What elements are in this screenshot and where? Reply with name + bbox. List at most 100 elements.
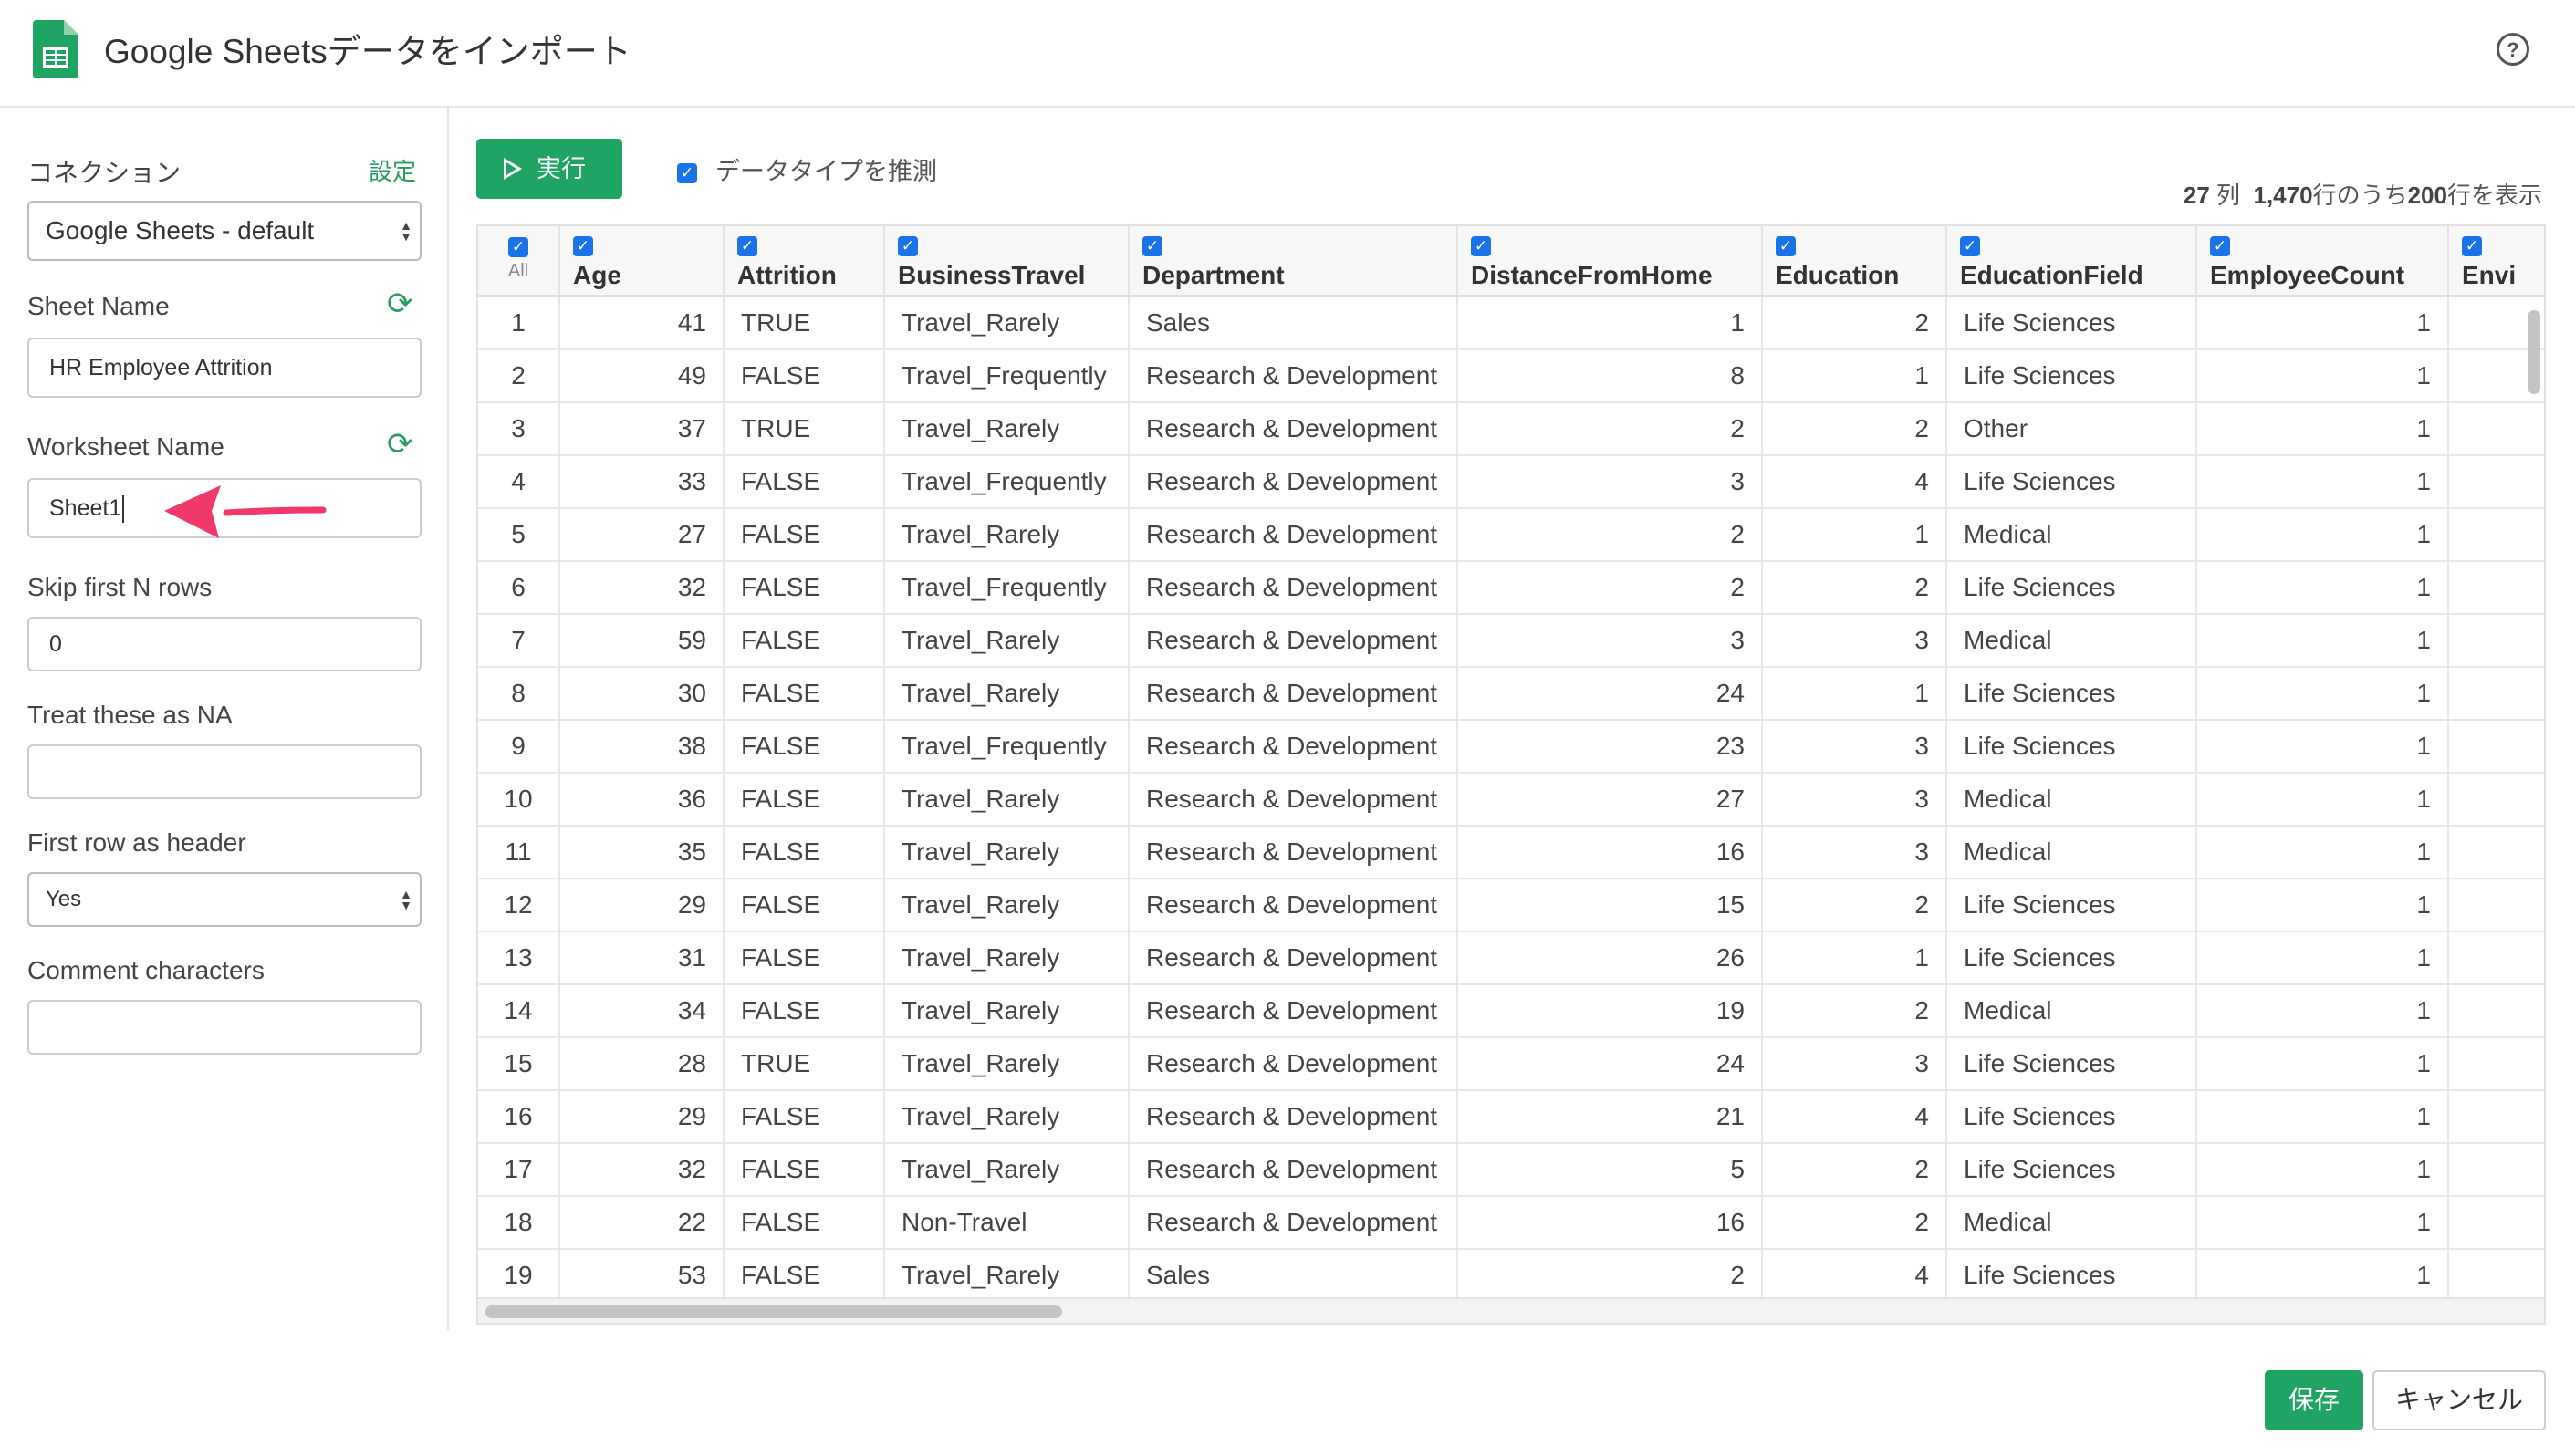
column-header[interactable]: ✓BusinessTravelAcharacter (885, 226, 1130, 297)
table-cell: Research & Development (1130, 403, 1458, 456)
table-cell: 1 (2197, 879, 2449, 932)
checkbox-checked-icon[interactable]: ✓ (898, 235, 918, 256)
column-header-name: ✓ DistanceFromHome (1471, 232, 1761, 290)
checkbox-checked-icon[interactable]: ✓ (2210, 235, 2230, 256)
vertical-scroll-thumb[interactable] (2528, 310, 2540, 394)
checkbox-checked-icon[interactable]: ✓ (573, 235, 593, 256)
sheet-name-input[interactable]: HR Employee Attrition (27, 338, 422, 398)
table-cell: Travel_Rarely (885, 615, 1130, 668)
table-cell: Research & Development (1130, 668, 1458, 721)
table-cell: Travel_Rarely (885, 668, 1130, 721)
row-index-cell: 9 (478, 721, 560, 774)
table-cell: 22 (560, 1197, 725, 1250)
table-cell: 1 (2197, 721, 2449, 774)
table-cell: FALSE (725, 932, 885, 985)
horizontal-scrollbar[interactable] (478, 1297, 2544, 1323)
row-index-cell: 1 (478, 297, 560, 350)
table-cell: 34 (560, 985, 725, 1038)
checkbox-checked-icon[interactable]: ✓ (508, 237, 528, 257)
column-header-name: ✓ Education (1776, 232, 1945, 290)
table-cell: Life Sciences (1947, 1144, 2197, 1197)
table-cell: FALSE (725, 350, 885, 403)
row-index-cell: 12 (478, 879, 560, 932)
table-cell: FALSE (725, 1197, 885, 1250)
table-cell: 3 (1763, 615, 1947, 668)
table-cell: 2 (1763, 297, 1947, 350)
table-cell: Research & Development (1130, 721, 1458, 774)
table-cell: Travel_Frequently (885, 350, 1130, 403)
row-index-cell: 18 (478, 1197, 560, 1250)
table-cell: 33 (560, 456, 725, 509)
table-cell: 3 (1763, 774, 1947, 827)
na-label: Treat these as NA (27, 701, 233, 729)
column-header[interactable]: ✓DepartmentAcharacter (1130, 226, 1458, 297)
table-cell: Travel_Rarely (885, 932, 1130, 985)
column-header[interactable]: ✓Education#numeric (1763, 226, 1947, 297)
vertical-scrollbar[interactable] (2528, 303, 2540, 1306)
column-name: DistanceFromHome (1471, 261, 1713, 289)
table-cell: 41 (560, 297, 725, 350)
table-cell: FALSE (725, 774, 885, 827)
table-cell: Research & Development (1130, 985, 1458, 1038)
row-index-cell: 13 (478, 932, 560, 985)
connection-settings-link[interactable]: 設定 (369, 153, 416, 187)
refresh-sheet-name-icon[interactable]: ⟳ (387, 288, 413, 319)
skip-rows-input[interactable]: 0 (27, 617, 422, 671)
column-header-name: ✓ Attrition (737, 232, 883, 290)
table-cell: 2 (1458, 1250, 1763, 1303)
checkbox-checked-icon[interactable]: ✓ (737, 235, 757, 256)
select-all-header[interactable]: ✓ All (478, 226, 560, 297)
table-cell: 1 (2197, 932, 2449, 985)
table-cell: 29 (560, 1091, 725, 1144)
summary-tail-text: 行を表示 (2446, 182, 2542, 209)
column-header[interactable]: ✓Age#numeric (560, 226, 725, 297)
table-cell: 2 (1763, 879, 1947, 932)
skip-rows-label: Skip first N rows (27, 573, 213, 601)
column-header[interactable]: ✓Attritionlogical (725, 226, 885, 297)
table-cell: Research & Development (1130, 615, 1458, 668)
table-cell: Life Sciences (1947, 879, 2197, 932)
table-cell: Research & Development (1130, 879, 1458, 932)
na-input[interactable] (27, 744, 422, 799)
checkbox-checked-icon[interactable]: ✓ (1960, 235, 1980, 256)
horizontal-scroll-thumb[interactable] (485, 1305, 1062, 1318)
header-row-select[interactable]: Yes ▲ ▼ (27, 872, 422, 927)
table-cell: Other (1947, 403, 2197, 456)
table-cell: 38 (560, 721, 725, 774)
header-row-value: Yes (46, 887, 82, 911)
sheet-name-label: Sheet Name (27, 292, 170, 320)
checkbox-checked-icon[interactable]: ✓ (2462, 235, 2482, 256)
column-header[interactable]: ✓EducationFieldAcharacter (1947, 226, 2197, 297)
table-cell: 53 (560, 1250, 725, 1303)
checkbox-checked-icon[interactable]: ✓ (677, 162, 697, 183)
column-header[interactable]: ✓DistanceFromHome#numeric (1458, 226, 1763, 297)
summary-mid-text: 行のうち (2312, 182, 2408, 209)
table-cell: 32 (560, 1144, 725, 1197)
table-cell: 37 (560, 403, 725, 456)
table-cell: 5 (1458, 1144, 1763, 1197)
sheet-name-value: HR Employee Attrition (49, 355, 273, 380)
table-cell: Sales (1130, 1250, 1458, 1303)
question-circle-icon[interactable]: ? (2497, 33, 2529, 66)
column-header-name: ✓ EmployeeCount (2210, 232, 2447, 290)
save-button[interactable]: 保存 (2265, 1370, 2363, 1430)
row-index-cell: 5 (478, 509, 560, 562)
table-cell: 32 (560, 562, 725, 615)
table-cell: TRUE (725, 403, 885, 456)
connection-select[interactable]: Google Sheets - default ▲ ▼ (27, 201, 422, 261)
table-cell: Life Sciences (1947, 1038, 2197, 1091)
checkbox-checked-icon[interactable]: ✓ (1142, 235, 1162, 256)
table-cell: FALSE (725, 456, 885, 509)
row-index-cell: 19 (478, 1250, 560, 1303)
column-header[interactable]: ✓EmployeeCount#numeric (2197, 226, 2449, 297)
checkbox-checked-icon[interactable]: ✓ (1471, 235, 1491, 256)
comment-chars-input[interactable] (27, 1000, 422, 1055)
checkbox-checked-icon[interactable]: ✓ (1776, 235, 1796, 256)
refresh-worksheet-name-icon[interactable]: ⟳ (387, 429, 413, 460)
column-name: Education (1776, 261, 1900, 289)
run-button[interactable]: 実行 (476, 139, 622, 199)
infer-types-toggle[interactable]: ✓ データタイプを推測 (677, 151, 937, 187)
table-cell: 2 (1458, 403, 1763, 456)
column-header[interactable]: ✓Envi#nu (2449, 226, 2544, 297)
cancel-button[interactable]: キャンセル (2372, 1370, 2546, 1430)
